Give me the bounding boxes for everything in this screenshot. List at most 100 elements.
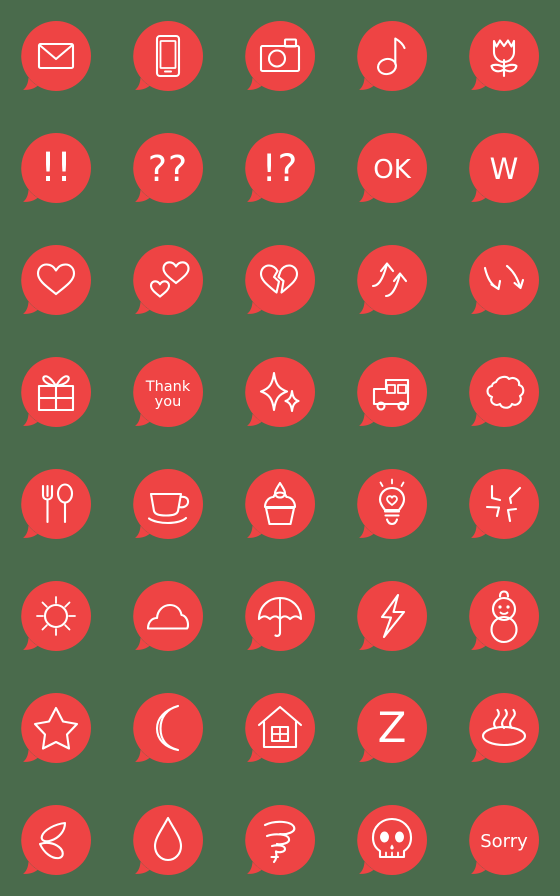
sticker-w[interactable]: W [448, 112, 560, 224]
thank-you-line1: Thank [145, 379, 191, 395]
sticker-umbrella[interactable] [224, 560, 336, 672]
double-question-label: ?? [148, 149, 188, 190]
broken-heart-icon [259, 264, 299, 294]
sticker-bus[interactable] [336, 336, 448, 448]
speech-bubble [19, 803, 93, 877]
speech-bubble: OK [355, 131, 429, 205]
sticker-cutlery[interactable] [0, 448, 112, 560]
sticker-heart[interactable] [0, 224, 112, 336]
sticker-snowman[interactable] [448, 560, 560, 672]
speech-bubble [243, 691, 317, 765]
sticker-tulip[interactable] [448, 0, 560, 112]
sticker-thank-you[interactable]: Thank you [112, 336, 224, 448]
sticker-sparkles[interactable] [224, 336, 336, 448]
speech-bubble [467, 19, 541, 93]
hot-spring-icon [481, 708, 527, 747]
star-icon [33, 706, 79, 750]
speech-bubble [19, 243, 93, 317]
sticker-double-exclamation[interactable]: !! [0, 112, 112, 224]
sticker-mail[interactable] [0, 0, 112, 112]
sticker-arrows-down[interactable] [448, 224, 560, 336]
sticker-sun[interactable] [0, 560, 112, 672]
coffee-cup-icon [147, 492, 190, 525]
sticker-droplet[interactable] [112, 784, 224, 896]
heart-icon [36, 263, 76, 296]
speech-bubble [355, 243, 429, 317]
speech-bubble: Z [355, 691, 429, 765]
sweat-drops-icon [38, 821, 67, 860]
speech-bubble [19, 579, 93, 653]
ok-icon: OK [373, 155, 411, 185]
speech-bubble: !? [243, 131, 317, 205]
speech-bubble [131, 803, 205, 877]
sticker-ok[interactable]: OK [336, 112, 448, 224]
sticker-cupcake[interactable] [224, 448, 336, 560]
sticker-arrows-up[interactable] [336, 224, 448, 336]
sticker-gift[interactable] [0, 336, 112, 448]
speech-bubble [467, 355, 541, 429]
sticker-cloud[interactable] [112, 560, 224, 672]
speech-bubble [131, 691, 205, 765]
speech-bubble [243, 19, 317, 93]
speech-bubble [243, 355, 317, 429]
sticker-camera[interactable] [224, 0, 336, 112]
speech-bubble: ?? [131, 131, 205, 205]
speech-bubble [467, 467, 541, 541]
crescent-moon-icon [155, 704, 180, 752]
speech-bubble [243, 803, 317, 877]
sticker-idea-bulb[interactable] [336, 448, 448, 560]
sticker-music-note[interactable] [336, 0, 448, 112]
camera-icon [259, 38, 301, 73]
fork-and-spoon-icon [41, 483, 74, 524]
music-note-icon [377, 37, 406, 76]
tulip-icon [490, 39, 518, 78]
sticker-lightning[interactable] [336, 560, 448, 672]
house-icon [257, 705, 303, 749]
speech-bubble [243, 243, 317, 317]
thank-you-icon: Thank you [145, 379, 191, 410]
speech-bubble [19, 19, 93, 93]
sticker-anger-mark[interactable] [448, 448, 560, 560]
sticker-sweat-drops[interactable] [0, 784, 112, 896]
sticker-z-sleep[interactable]: Z [336, 672, 448, 784]
two-hearts-icon [149, 261, 190, 298]
interrobang-label: !? [262, 147, 298, 190]
envelope-icon [37, 42, 75, 70]
speech-bubble [355, 467, 429, 541]
sticker-double-question[interactable]: ?? [112, 112, 224, 224]
speech-bubble [131, 467, 205, 541]
sticker-sorry[interactable]: Sorry [448, 784, 560, 896]
sticker-phone[interactable] [112, 0, 224, 112]
sorry-label: Sorry [480, 831, 528, 852]
speech-bubble [467, 243, 541, 317]
gift-box-icon [37, 375, 75, 412]
speech-bubble [131, 243, 205, 317]
speech-bubble: Sorry [467, 803, 541, 877]
double-exclamation-label: !! [40, 145, 72, 191]
z-letter-icon: Z [378, 703, 407, 752]
sticker-dizzy-swirl[interactable] [224, 784, 336, 896]
lightbulb-heart-icon [378, 478, 406, 526]
thank-you-line2: you [155, 394, 182, 410]
sun-icon [36, 596, 76, 636]
speech-bubble [243, 467, 317, 541]
sticker-moon[interactable] [112, 672, 224, 784]
sticker-star[interactable] [0, 672, 112, 784]
speech-bubble [355, 803, 429, 877]
sticker-skull[interactable] [336, 784, 448, 896]
speech-bubble [131, 579, 205, 653]
sticker-cloud-puff[interactable] [448, 336, 560, 448]
sticker-onsen[interactable] [448, 672, 560, 784]
sticker-two-hearts[interactable] [112, 224, 224, 336]
dizzy-swirl-icon [263, 820, 296, 864]
snowman-icon [490, 590, 518, 644]
speech-bubble: !! [19, 131, 93, 205]
w-letter-label: W [490, 152, 519, 186]
double-question-icon: ?? [148, 149, 188, 190]
sticker-house[interactable] [224, 672, 336, 784]
w-letter-icon: W [490, 152, 519, 186]
sticker-coffee[interactable] [112, 448, 224, 560]
sticker-broken-heart[interactable] [224, 224, 336, 336]
sticker-interrobang[interactable]: !? [224, 112, 336, 224]
speech-bubble: W [467, 131, 541, 205]
